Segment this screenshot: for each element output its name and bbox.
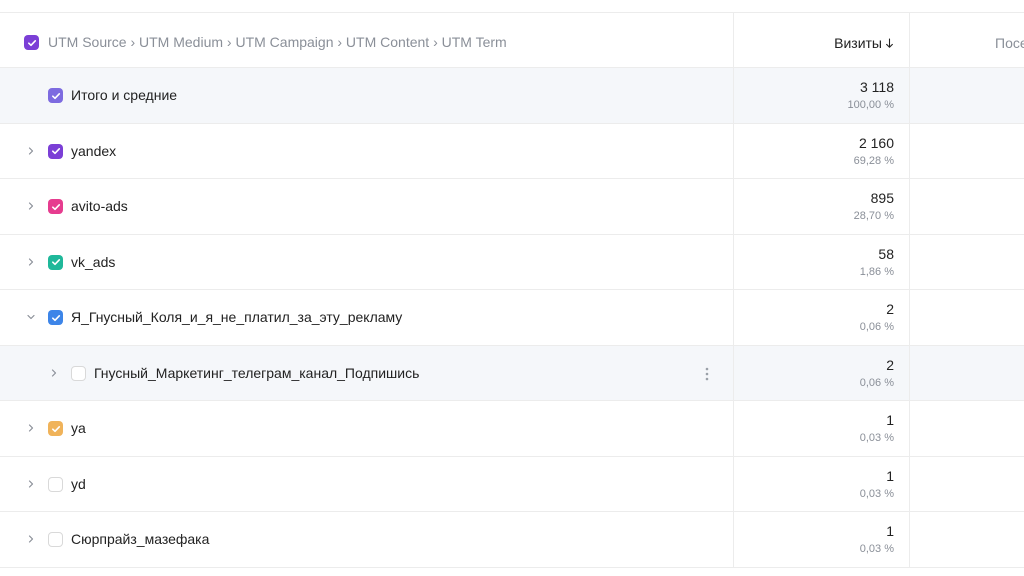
row-checkbox[interactable]: [48, 310, 63, 325]
row-label: Итого и средние: [71, 87, 178, 103]
table-row[interactable]: yd 1 0,03 %: [0, 456, 1024, 512]
visits-value: 1: [886, 412, 894, 428]
row-checkbox[interactable]: [48, 476, 63, 492]
row-label: Сюрпрайз_мазефака: [71, 531, 210, 547]
expand-chevron-icon[interactable]: [24, 144, 38, 158]
column-divider: [909, 68, 910, 123]
more-options-icon[interactable]: [700, 364, 714, 384]
column-divider: [909, 179, 910, 234]
expand-chevron-icon[interactable]: [24, 477, 38, 491]
column-divider: [733, 456, 734, 511]
select-all-checkbox[interactable]: [24, 35, 39, 50]
expand-chevron-icon[interactable]: [47, 366, 61, 380]
row-label: ya: [71, 420, 86, 436]
visits-column-header[interactable]: Визиты: [834, 35, 894, 51]
visits-percent: 0,06 %: [859, 376, 894, 389]
visits-percent: 0,03 %: [859, 432, 894, 444]
visits-value: 2: [886, 301, 894, 317]
check-icon: [27, 39, 36, 46]
table-row[interactable]: Сюрпрайз_мазефака 1 0,03 %: [0, 512, 1024, 568]
visits-value: 3 118: [860, 79, 894, 95]
column-divider: [733, 68, 734, 123]
column-divider: [909, 512, 910, 567]
column-divider: [909, 401, 910, 456]
row-checkbox[interactable]: [48, 532, 63, 547]
expand-chevron-icon[interactable]: [24, 421, 38, 435]
table-row[interactable]: avito-ads 895 28,70 %: [0, 179, 1024, 235]
column-divider: [733, 512, 734, 567]
expand-chevron-icon[interactable]: [24, 255, 38, 269]
visits-value: 1: [886, 523, 894, 539]
expand-chevron-icon[interactable]: [24, 532, 38, 546]
visits-percent: 0,06 %: [859, 321, 894, 333]
table-row[interactable]: yandex 2 160 69,28 %: [0, 123, 1024, 179]
row-checkbox[interactable]: [48, 199, 63, 214]
column-divider: [909, 234, 910, 289]
expand-chevron-icon[interactable]: [24, 199, 38, 213]
row-checkbox[interactable]: [48, 254, 63, 270]
column-divider: [909, 456, 910, 511]
check-icon: [51, 148, 60, 155]
visits-column-label: Визиты: [834, 35, 882, 51]
column-divider: [733, 401, 734, 456]
check-icon: [51, 259, 60, 266]
sort-down-arrow-icon: [886, 37, 893, 48]
table-row[interactable]: ya 1 0,03 %: [0, 401, 1024, 457]
table-row[interactable]: Я_Гнусный_Коля_и_я_не_платил_за_эту_рекл…: [0, 290, 1024, 346]
visits-value: 2 160: [858, 134, 894, 151]
visits-percent: 28,70 %: [853, 210, 894, 222]
check-icon: [51, 425, 60, 432]
row-checkbox[interactable]: [48, 421, 63, 436]
row-label: yandex: [71, 142, 117, 159]
visits-percent: 1,86 %: [859, 265, 894, 278]
table-row[interactable]: vk_ads 58 1,86 %: [0, 234, 1024, 290]
row-checkbox[interactable]: [71, 365, 86, 381]
check-icon: [51, 203, 60, 210]
column-divider: [909, 13, 910, 67]
table-row[interactable]: Итого и средние 3 118 100,00 %: [0, 68, 1024, 124]
column-divider: [733, 290, 734, 345]
column-divider: [909, 290, 910, 345]
visits-percent: 69,28 %: [853, 154, 894, 167]
table-header: UTM Source › UTM Medium › UTM Campaign ›…: [0, 13, 1024, 68]
column-divider: [733, 345, 734, 400]
row-label: Я_Гнусный_Коля_и_я_не_платил_за_эту_рекл…: [71, 309, 403, 325]
visits-percent: 0,03 %: [859, 543, 894, 555]
next-column-header[interactable]: Посе: [995, 35, 1024, 51]
grouping-path[interactable]: UTM Source › UTM Medium › UTM Campaign ›…: [48, 34, 507, 50]
row-checkbox[interactable]: [48, 143, 63, 159]
row-checkbox[interactable]: [48, 88, 63, 103]
column-divider: [733, 13, 734, 67]
report-table: UTM Source › UTM Medium › UTM Campaign ›…: [0, 12, 1024, 568]
visits-value: 1: [886, 467, 894, 484]
row-label: yd: [71, 475, 86, 492]
check-icon: [51, 314, 60, 321]
column-divider: [733, 179, 734, 234]
row-label: avito-ads: [71, 198, 128, 214]
visits-percent: 0,03 %: [859, 487, 894, 500]
column-divider: [909, 345, 910, 400]
column-divider: [733, 123, 734, 178]
column-divider: [909, 123, 910, 178]
visits-value: 58: [878, 245, 894, 262]
visits-value: 2: [886, 356, 894, 373]
collapse-chevron-icon[interactable]: [24, 310, 38, 324]
visits-value: 895: [870, 190, 894, 206]
table-body: Итого и средние 3 118 100,00 % yandex 2 160…: [0, 68, 1024, 568]
row-label: vk_ads: [71, 253, 116, 270]
visits-percent: 100,00 %: [847, 99, 894, 111]
column-divider: [733, 234, 734, 289]
table-row[interactable]: Гнусный_Маркетинг_телеграм_канал_Подпиши…: [0, 345, 1024, 401]
check-icon: [51, 92, 60, 99]
row-label: Гнусный_Маркетинг_телеграм_канал_Подпиши…: [94, 364, 420, 381]
